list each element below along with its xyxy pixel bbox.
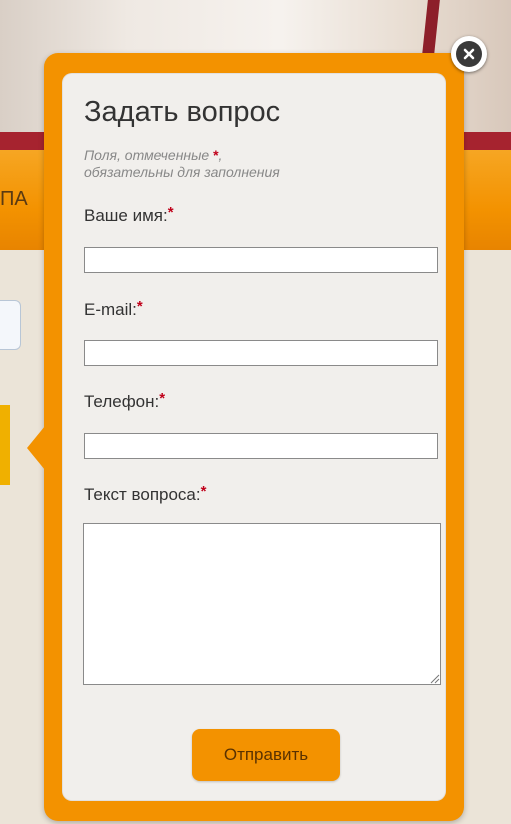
close-button[interactable] bbox=[451, 36, 487, 72]
name-input[interactable] bbox=[84, 247, 438, 273]
resize-handle-icon[interactable] bbox=[428, 672, 440, 684]
hint-comma: , bbox=[218, 147, 223, 163]
hint-text: Поля, отмеченные bbox=[84, 147, 214, 163]
email-input[interactable] bbox=[84, 340, 438, 366]
required-hint: Поля, отмеченные *, обязательны для запо… bbox=[84, 147, 280, 181]
required-mark: * bbox=[167, 204, 174, 221]
question-textarea[interactable] bbox=[83, 523, 441, 685]
required-mark: * bbox=[159, 390, 166, 407]
phone-input[interactable] bbox=[84, 433, 438, 459]
name-label: Ваше имя:* bbox=[84, 204, 174, 226]
nav-item-partial[interactable]: ПА bbox=[0, 188, 28, 211]
side-tab[interactable] bbox=[0, 300, 21, 350]
phone-label-text: Телефон: bbox=[84, 392, 160, 411]
email-label-text: E-mail: bbox=[84, 300, 137, 319]
submit-button[interactable]: Отправить bbox=[192, 729, 340, 781]
modal-pointer bbox=[27, 426, 45, 470]
side-tab-accent bbox=[0, 405, 10, 485]
email-label: E-mail:* bbox=[84, 298, 143, 320]
hint-text-2: обязательны для заполнения bbox=[84, 164, 280, 180]
name-label-text: Ваше имя: bbox=[84, 206, 168, 225]
question-label: Текст вопроса:* bbox=[84, 483, 206, 505]
phone-label: Телефон:* bbox=[84, 390, 165, 412]
modal-title: Задать вопрос bbox=[84, 96, 281, 128]
close-icon bbox=[456, 41, 482, 67]
question-label-text: Текст вопроса: bbox=[84, 485, 201, 504]
required-mark: * bbox=[200, 483, 207, 500]
required-mark: * bbox=[136, 298, 143, 315]
